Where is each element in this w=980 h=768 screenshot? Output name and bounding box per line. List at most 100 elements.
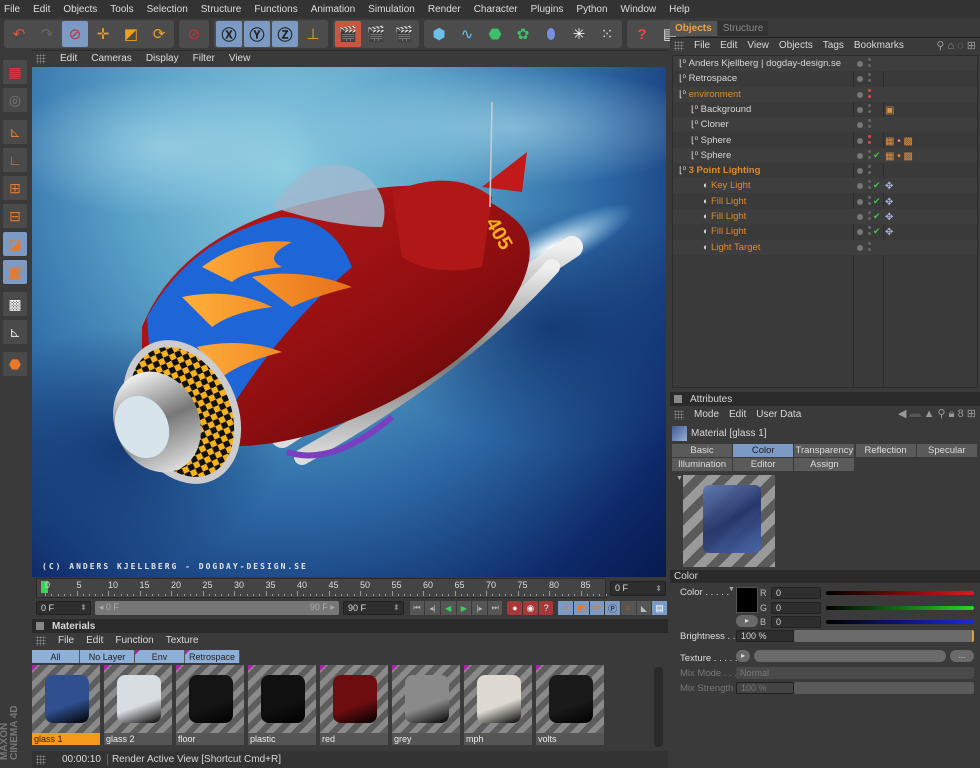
material-swatch[interactable]: floor [176, 665, 244, 745]
goto-start-icon[interactable]: ⏮ [409, 601, 425, 615]
layer-dot[interactable] [857, 76, 863, 83]
enabled-check-icon[interactable]: ✔ [873, 178, 881, 193]
object-tags[interactable]: ✥ [885, 179, 893, 194]
object-row[interactable]: ◐ Fill Light ✔ ✥ [673, 209, 977, 224]
menu-file[interactable]: File [4, 4, 20, 15]
color-swatch[interactable] [736, 587, 758, 613]
material-swatch[interactable]: glass 2 [104, 665, 172, 745]
model-mode-icon[interactable]: ◎ [3, 88, 27, 112]
layer-dot[interactable] [857, 168, 863, 175]
grip-icon[interactable] [674, 409, 684, 420]
grip-icon[interactable] [674, 40, 684, 51]
objects-menu-tags[interactable]: Tags [823, 40, 844, 51]
motion-clip-icon[interactable]: ◣ [636, 601, 652, 615]
material-swatch[interactable]: mph [464, 665, 532, 745]
texture-axis-icon[interactable]: ▩ [3, 292, 27, 316]
material-swatch[interactable]: volts [536, 665, 604, 745]
layer-dot[interactable] [857, 244, 863, 251]
objects-menu-edit[interactable]: Edit [720, 40, 737, 51]
menu-plugins[interactable]: Plugins [531, 4, 564, 15]
material-tab-env[interactable]: Env [135, 650, 185, 663]
edges-mode-icon[interactable]: ⊟ [3, 204, 27, 228]
layer-dot[interactable] [857, 122, 863, 129]
brightness-slider[interactable] [794, 630, 974, 642]
visibility-toggle[interactable] [868, 165, 871, 169]
layer-dot[interactable] [857, 106, 863, 113]
texture-menu-button[interactable]: ▸ [736, 650, 750, 662]
viewport-menu-filter[interactable]: Filter [193, 53, 215, 64]
particle-icon[interactable]: ⁙ [594, 21, 620, 47]
tab-transparency[interactable]: Transparency [794, 444, 855, 457]
object-row[interactable]: ⌊⁰ environment [673, 86, 977, 102]
menu-character[interactable]: Character [474, 4, 518, 15]
g-field[interactable]: 0 [771, 602, 821, 614]
menu-functions[interactable]: Functions [254, 4, 297, 15]
texture-browse-button[interactable]: ... [950, 650, 974, 662]
end-frame-field[interactable]: 90 F [342, 601, 404, 615]
preview-range-slider[interactable]: ◂ 0 F 90 F ▸ [94, 601, 339, 615]
objects-menu-view[interactable]: View [747, 40, 769, 51]
render-picture-viewer-icon[interactable]: 🎬 [363, 21, 389, 47]
visibility-toggle[interactable] [868, 241, 871, 245]
object-row[interactable]: ⌊⁰ Background ▣ [673, 102, 977, 117]
object-row[interactable]: ⌊⁰ Cloner [673, 117, 977, 133]
primitives-icon[interactable]: ⬣ [3, 352, 27, 376]
brightness-field[interactable]: 100 % [736, 630, 794, 642]
rotate-icon[interactable]: ⟳ [146, 21, 172, 47]
next-key-icon[interactable]: |▸ [472, 601, 487, 615]
lock-icon[interactable]: 🔒︎ [949, 408, 955, 420]
key-scale-icon[interactable]: ◩ [574, 601, 589, 615]
layout-switch-icon[interactable]: ▦ [3, 60, 27, 84]
r-field[interactable]: 0 [771, 587, 821, 599]
menu-window[interactable]: Window [621, 4, 657, 15]
menu-help[interactable]: Help [669, 4, 690, 15]
materials-menu-edit[interactable]: Edit [86, 635, 103, 646]
menu-render[interactable]: Render [428, 4, 461, 15]
preview-menu-arrow-icon[interactable]: ▼ [676, 475, 683, 482]
home-icon[interactable]: ⌂ [947, 40, 954, 52]
keyframe-selection-icon[interactable]: ? [538, 601, 554, 615]
menu-tools[interactable]: Tools [110, 4, 133, 15]
visibility-toggle[interactable] [868, 134, 871, 138]
layer-dot[interactable] [857, 137, 863, 144]
forward-arrow-icon[interactable]: ▬ [910, 408, 921, 420]
texture-slot[interactable] [754, 650, 946, 662]
scene-icon[interactable]: ✳ [566, 21, 592, 47]
layer-dot[interactable] [857, 183, 863, 190]
object-mode-icon[interactable]: ⊾ [3, 120, 27, 144]
search-icon[interactable]: ⚲ [938, 408, 946, 420]
object-row[interactable]: ◐ Light Target [673, 239, 977, 255]
tab-objects[interactable]: Objects [670, 21, 717, 36]
key-pla-icon[interactable]: ⁙ [620, 601, 636, 615]
array-icon[interactable]: ✿ [510, 21, 536, 47]
visibility-toggle[interactable] [868, 88, 871, 92]
key-position-icon[interactable]: ✛ [558, 601, 574, 615]
objects-menu-bookmarks[interactable]: Bookmarks [854, 40, 904, 51]
object-row[interactable]: ◐ Fill Light ✔ ✥ [673, 224, 977, 239]
tab-basic[interactable]: Basic [672, 444, 732, 457]
nurbs-icon[interactable]: ⬣ [482, 21, 508, 47]
mix-strength-field[interactable]: 100 % [736, 682, 794, 694]
visibility-toggle[interactable] [868, 180, 871, 184]
object-tags[interactable]: ▦ • ▩ [885, 149, 913, 164]
layer-dot[interactable] [857, 214, 863, 220]
materials-scrollbar[interactable] [654, 667, 663, 747]
eye-icon[interactable]: ◌ [957, 40, 964, 52]
object-row[interactable]: ⌊⁰ Sphere ▦ • ▩ [673, 133, 977, 148]
object-tags[interactable]: ▣ [885, 103, 894, 118]
start-frame-field[interactable]: 0 F [36, 601, 91, 615]
tab-editor[interactable]: Editor [733, 458, 794, 471]
object-tags[interactable]: ✥ [885, 225, 893, 240]
visibility-toggle[interactable] [868, 58, 871, 61]
z-axis-icon[interactable]: Ⓩ [272, 21, 298, 47]
enabled-check-icon[interactable]: ✔ [873, 194, 881, 209]
b-field[interactable]: 0 [771, 616, 821, 628]
object-row[interactable]: ⌊⁰ Anders Kjellberg | dogday-design.se [673, 56, 977, 71]
up-arrow-icon[interactable]: ▲ [924, 408, 935, 420]
key-parameter-icon[interactable]: Ⓟ [605, 601, 620, 615]
render-view-icon[interactable]: 🎬 [335, 21, 361, 47]
color-menu-arrow-icon[interactable]: ▼ [728, 586, 735, 593]
menu-python[interactable]: Python [576, 4, 607, 15]
tab-color[interactable]: Color [733, 444, 794, 457]
scale-icon[interactable]: ◩ [118, 21, 144, 47]
